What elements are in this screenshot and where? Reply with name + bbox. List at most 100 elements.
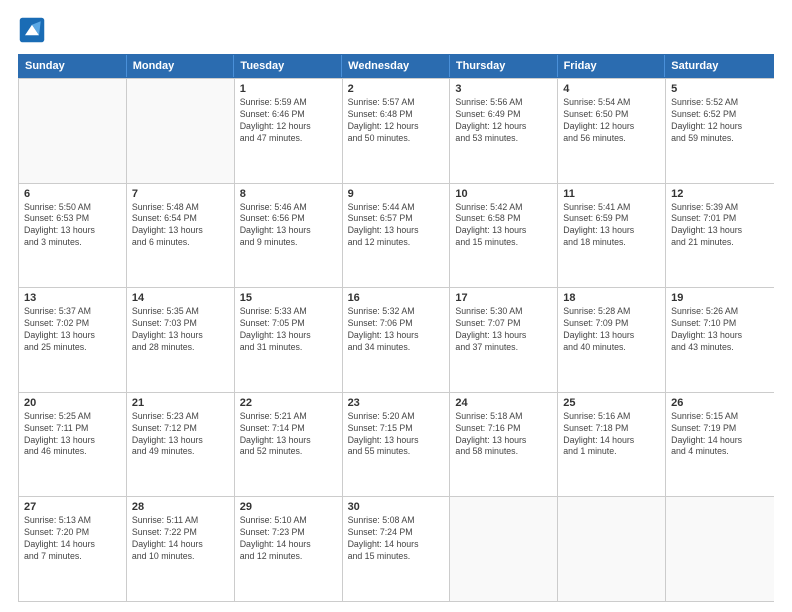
calendar-cell-empty-4-6 — [666, 497, 774, 601]
calendar-cell-29: 29Sunrise: 5:10 AM Sunset: 7:23 PM Dayli… — [235, 497, 343, 601]
cell-day-number: 30 — [348, 501, 445, 513]
calendar: SundayMondayTuesdayWednesdayThursdayFrid… — [18, 54, 774, 602]
cell-day-number: 8 — [240, 188, 337, 200]
cell-info: Sunrise: 5:35 AM Sunset: 7:03 PM Dayligh… — [132, 306, 229, 354]
cell-day-number: 20 — [24, 397, 121, 409]
weekday-header-sunday: Sunday — [19, 55, 127, 77]
cell-day-number: 27 — [24, 501, 121, 513]
cell-info: Sunrise: 5:20 AM Sunset: 7:15 PM Dayligh… — [348, 411, 445, 459]
cell-day-number: 26 — [671, 397, 769, 409]
weekday-header-wednesday: Wednesday — [342, 55, 450, 77]
cell-day-number: 17 — [455, 292, 552, 304]
cell-info: Sunrise: 5:25 AM Sunset: 7:11 PM Dayligh… — [24, 411, 121, 459]
cell-day-number: 15 — [240, 292, 337, 304]
cell-info: Sunrise: 5:26 AM Sunset: 7:10 PM Dayligh… — [671, 306, 769, 354]
calendar-cell-28: 28 Sunrise: 5:11 AM Sunset: 7:22 PM Dayli… — [127, 497, 235, 601]
cell-day-number: 13 — [24, 292, 121, 304]
cell-day-number: 10 — [455, 188, 552, 200]
cell-day-number: 25 — [563, 397, 660, 409]
cell-info: Sunrise: 5:56 AM Sunset: 6:49 PM Dayligh… — [455, 97, 552, 145]
calendar-row-0: 1 Sunrise: 5:59 AM Sunset: 6:46 PM Daylig… — [19, 78, 774, 183]
calendar-cell-18: 18 Sunrise: 5:28 AM Sunset: 7:09 PM Dayli… — [558, 288, 666, 392]
weekday-header-tuesday: Tuesday — [234, 55, 342, 77]
weekday-header-friday: Friday — [558, 55, 666, 77]
calendar-cell-10: 10 Sunrise: 5:42 AM Sunset: 6:58 PM Dayli… — [450, 184, 558, 288]
cell-info: Sunrise: 5:11 AM Sunset: 7:22 PM Dayligh… — [132, 515, 229, 563]
weekday-header-monday: Monday — [127, 55, 235, 77]
cell-info: Sunrise: 5:08 AM Sunset: 7:24 PM Dayligh… — [348, 515, 445, 563]
cell-day-number: 1 — [240, 83, 337, 95]
calendar-cell-4: 4 Sunrise: 5:54 AM Sunset: 6:50 PM Daylig… — [558, 79, 666, 183]
calendar-cell-7: 7 Sunrise: 5:48 AM Sunset: 6:54 PM Daylig… — [127, 184, 235, 288]
cell-day-number: 2 — [348, 83, 445, 95]
calendar-cell-11: 11 Sunrise: 5:41 AM Sunset: 6:59 PM Dayli… — [558, 184, 666, 288]
cell-info: Sunrise: 5:46 AM Sunset: 6:56 PM Dayligh… — [240, 202, 337, 250]
calendar-cell-19: 19Sunrise: 5:26 AM Sunset: 7:10 PM Dayli… — [666, 288, 774, 392]
calendar-header: SundayMondayTuesdayWednesdayThursdayFrid… — [18, 54, 774, 78]
cell-day-number: 28 — [132, 501, 229, 513]
calendar-cell-16: 16Sunrise: 5:32 AM Sunset: 7:06 PM Dayli… — [343, 288, 451, 392]
calendar-cell-1: 1 Sunrise: 5:59 AM Sunset: 6:46 PM Daylig… — [235, 79, 343, 183]
calendar-cell-25: 25 Sunrise: 5:16 AM Sunset: 7:18 PM Dayli… — [558, 393, 666, 497]
cell-info: Sunrise: 5:52 AM Sunset: 6:52 PM Dayligh… — [671, 97, 769, 145]
calendar-cell-3: 3 Sunrise: 5:56 AM Sunset: 6:49 PM Daylig… — [450, 79, 558, 183]
calendar-cell-2: 2 Sunrise: 5:57 AM Sunset: 6:48 PM Daylig… — [343, 79, 451, 183]
header — [18, 16, 774, 44]
calendar-row-3: 20 Sunrise: 5:25 AM Sunset: 7:11 PM Dayli… — [19, 392, 774, 497]
calendar-cell-20: 20 Sunrise: 5:25 AM Sunset: 7:11 PM Dayli… — [19, 393, 127, 497]
cell-info: Sunrise: 5:16 AM Sunset: 7:18 PM Dayligh… — [563, 411, 660, 459]
calendar-cell-12: 12 Sunrise: 5:39 AM Sunset: 7:01 PM Dayli… — [666, 184, 774, 288]
calendar-row-2: 13 Sunrise: 5:37 AM Sunset: 7:02 PM Dayli… — [19, 287, 774, 392]
logo-icon — [18, 16, 46, 44]
calendar-cell-empty-0-1 — [127, 79, 235, 183]
cell-info: Sunrise: 5:28 AM Sunset: 7:09 PM Dayligh… — [563, 306, 660, 354]
cell-day-number: 18 — [563, 292, 660, 304]
calendar-cell-6: 6 Sunrise: 5:50 AM Sunset: 6:53 PM Daylig… — [19, 184, 127, 288]
calendar-cell-9: 9 Sunrise: 5:44 AM Sunset: 6:57 PM Daylig… — [343, 184, 451, 288]
cell-day-number: 23 — [348, 397, 445, 409]
cell-info: Sunrise: 5:30 AM Sunset: 7:07 PM Dayligh… — [455, 306, 552, 354]
cell-day-number: 22 — [240, 397, 337, 409]
cell-info: Sunrise: 5:21 AM Sunset: 7:14 PM Dayligh… — [240, 411, 337, 459]
calendar-cell-24: 24Sunrise: 5:18 AM Sunset: 7:16 PM Dayli… — [450, 393, 558, 497]
calendar-cell-22: 22 Sunrise: 5:21 AM Sunset: 7:14 PM Dayli… — [235, 393, 343, 497]
calendar-cell-30: 30 Sunrise: 5:08 AM Sunset: 7:24 PM Dayli… — [343, 497, 451, 601]
cell-info: Sunrise: 5:39 AM Sunset: 7:01 PM Dayligh… — [671, 202, 769, 250]
calendar-row-1: 6 Sunrise: 5:50 AM Sunset: 6:53 PM Daylig… — [19, 183, 774, 288]
calendar-cell-26: 26Sunrise: 5:15 AM Sunset: 7:19 PM Dayli… — [666, 393, 774, 497]
page: SundayMondayTuesdayWednesdayThursdayFrid… — [0, 0, 792, 612]
cell-info: Sunrise: 5:44 AM Sunset: 6:57 PM Dayligh… — [348, 202, 445, 250]
cell-info: Sunrise: 5:54 AM Sunset: 6:50 PM Dayligh… — [563, 97, 660, 145]
cell-day-number: 3 — [455, 83, 552, 95]
calendar-row-4: 27Sunrise: 5:13 AM Sunset: 7:20 PM Dayli… — [19, 496, 774, 601]
cell-info: Sunrise: 5:33 AM Sunset: 7:05 PM Dayligh… — [240, 306, 337, 354]
cell-info: Sunrise: 5:50 AM Sunset: 6:53 PM Dayligh… — [24, 202, 121, 250]
cell-day-number: 11 — [563, 188, 660, 200]
cell-day-number: 4 — [563, 83, 660, 95]
cell-info: Sunrise: 5:57 AM Sunset: 6:48 PM Dayligh… — [348, 97, 445, 145]
cell-info: Sunrise: 5:42 AM Sunset: 6:58 PM Dayligh… — [455, 202, 552, 250]
cell-day-number: 14 — [132, 292, 229, 304]
calendar-cell-empty-4-5 — [558, 497, 666, 601]
cell-day-number: 21 — [132, 397, 229, 409]
calendar-cell-empty-0-0 — [19, 79, 127, 183]
cell-info: Sunrise: 5:23 AM Sunset: 7:12 PM Dayligh… — [132, 411, 229, 459]
cell-info: Sunrise: 5:59 AM Sunset: 6:46 PM Dayligh… — [240, 97, 337, 145]
calendar-cell-13: 13 Sunrise: 5:37 AM Sunset: 7:02 PM Dayli… — [19, 288, 127, 392]
calendar-cell-27: 27Sunrise: 5:13 AM Sunset: 7:20 PM Dayli… — [19, 497, 127, 601]
cell-info: Sunrise: 5:37 AM Sunset: 7:02 PM Dayligh… — [24, 306, 121, 354]
cell-day-number: 6 — [24, 188, 121, 200]
calendar-cell-21: 21 Sunrise: 5:23 AM Sunset: 7:12 PM Dayli… — [127, 393, 235, 497]
weekday-header-thursday: Thursday — [450, 55, 558, 77]
cell-day-number: 16 — [348, 292, 445, 304]
weekday-header-saturday: Saturday — [665, 55, 773, 77]
cell-day-number: 9 — [348, 188, 445, 200]
calendar-cell-15: 15 Sunrise: 5:33 AM Sunset: 7:05 PM Dayli… — [235, 288, 343, 392]
calendar-cell-14: 14 Sunrise: 5:35 AM Sunset: 7:03 PM Dayli… — [127, 288, 235, 392]
cell-day-number: 12 — [671, 188, 769, 200]
logo — [18, 16, 50, 44]
cell-info: Sunrise: 5:48 AM Sunset: 6:54 PM Dayligh… — [132, 202, 229, 250]
cell-info: Sunrise: 5:41 AM Sunset: 6:59 PM Dayligh… — [563, 202, 660, 250]
cell-day-number: 7 — [132, 188, 229, 200]
cell-info: Sunrise: 5:18 AM Sunset: 7:16 PM Dayligh… — [455, 411, 552, 459]
